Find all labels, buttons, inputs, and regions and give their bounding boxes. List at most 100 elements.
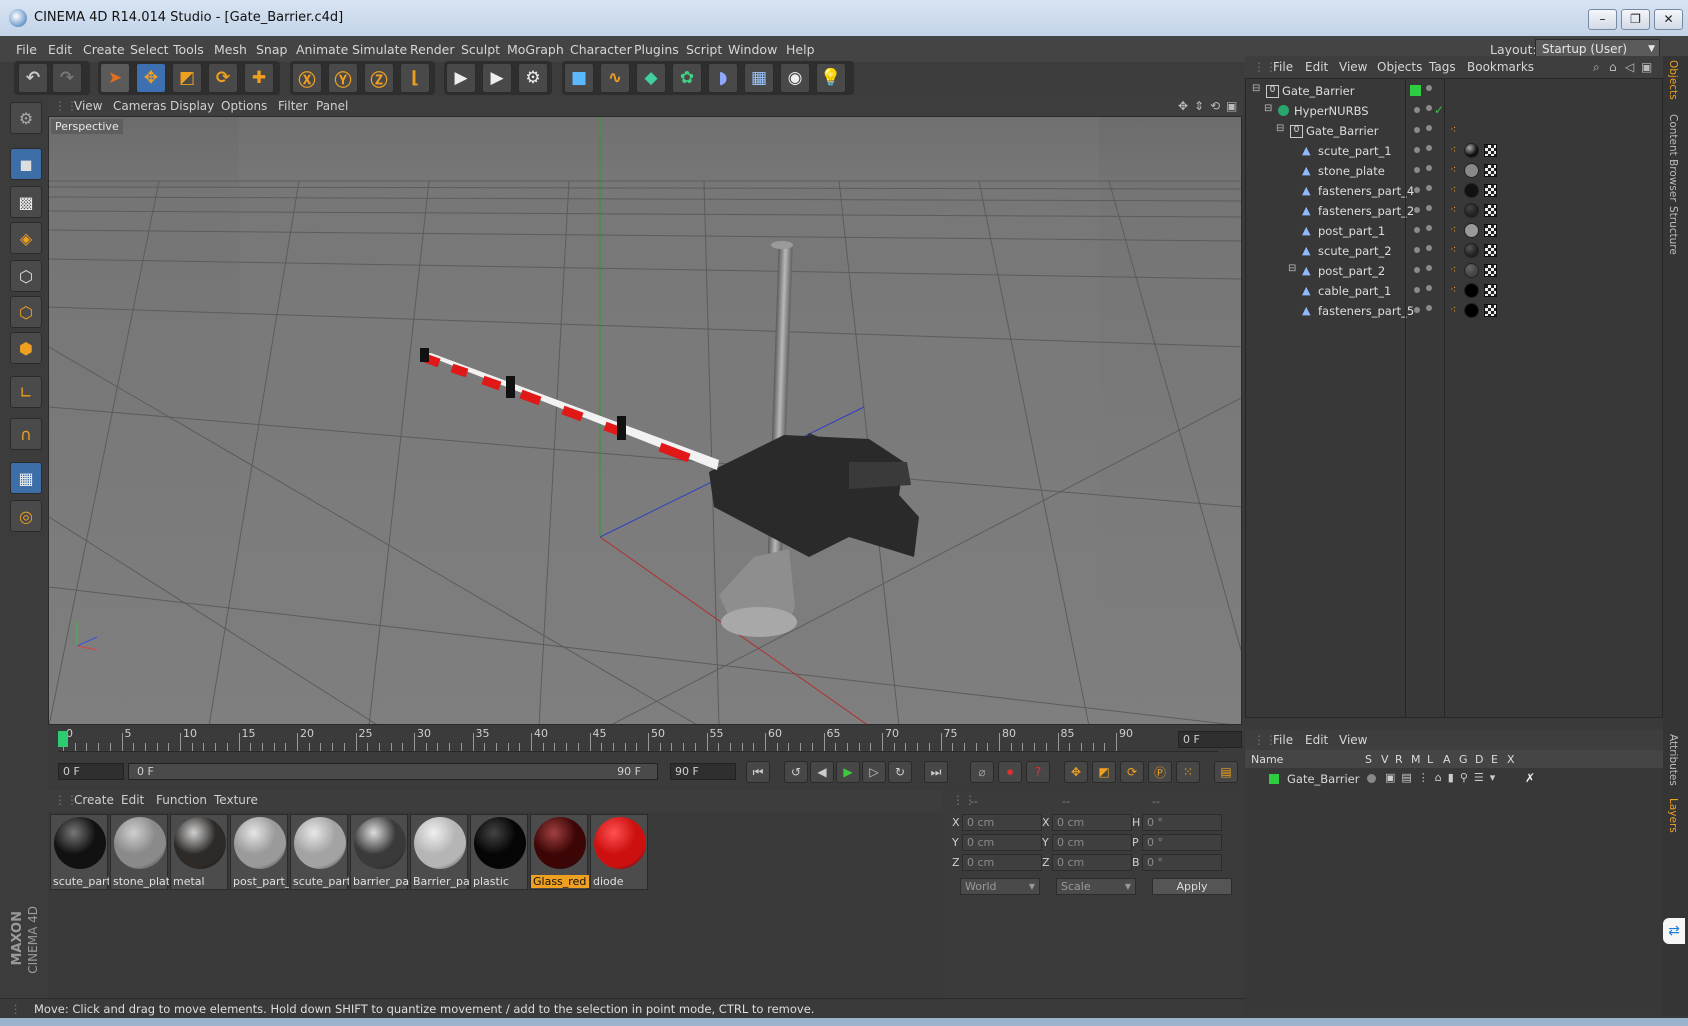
menu-tools[interactable]: Tools [173,42,204,57]
z-axis-lock-icon[interactable]: Ⓩ [364,63,394,93]
editor-visibility-dot[interactable] [1414,187,1420,193]
phong-tag-icon[interactable]: ⁖ [1450,303,1456,316]
move-tool-icon[interactable]: ✥ [136,63,166,93]
object-name[interactable]: cable_part_1 [1318,284,1391,298]
editor-visibility-dot[interactable] [1414,207,1420,213]
uvw-tag-icon[interactable] [1484,144,1497,157]
render-visibility-dot[interactable] [1426,245,1432,251]
frame-range-slider[interactable]: 0 F 90 F [128,763,658,780]
texture-mode-icon[interactable]: ▩ [10,186,42,218]
menu-simulate[interactable]: Simulate [352,42,407,57]
menu-render[interactable]: Render [410,42,455,57]
start-frame-field[interactable]: 0 F [58,763,124,780]
y-axis-lock-icon[interactable]: Ⓨ [328,63,358,93]
uvw-tag-icon[interactable] [1484,244,1497,257]
render-visibility-dot[interactable] [1426,105,1432,111]
phong-tag-icon[interactable]: ⁖ [1450,223,1456,236]
render-visibility-dot[interactable] [1426,265,1432,271]
object-name[interactable]: post_part_2 [1318,264,1385,278]
rotation-field[interactable]: 0 ° [1142,854,1222,871]
layer-column-header[interactable]: D [1475,753,1483,766]
uvw-tag-icon[interactable] [1484,284,1497,297]
layer-menu-edit[interactable]: Edit [1305,733,1328,747]
material-name[interactable]: diode [591,875,649,888]
render-visibility-dot[interactable] [1426,165,1432,171]
material-tag-icon[interactable] [1464,223,1479,238]
menu-script[interactable]: Script [686,42,722,57]
editor-visibility-dot[interactable] [1414,127,1420,133]
phong-tag-icon[interactable]: ⁖ [1450,263,1456,276]
layer-menu-view[interactable]: View [1339,733,1367,747]
cube-object-icon[interactable]: ■ [564,63,594,93]
live-selection-icon[interactable]: ➤ [100,63,130,93]
uvw-tag-icon[interactable] [1484,304,1497,317]
menu-help[interactable]: Help [786,42,815,57]
points-mode-icon[interactable]: ⬡ [10,260,42,292]
material-menu-texture[interactable]: Texture [214,793,258,807]
editor-visibility-dot[interactable] [1414,307,1420,313]
material-swatch[interactable]: stone_plate [110,814,169,890]
light-icon[interactable]: 💡 [816,63,846,93]
rotate-tool-icon[interactable]: ⟳ [208,63,238,93]
go-to-start-icon[interactable]: ⏮ [746,761,770,783]
polygons-mode-icon[interactable]: ⬢ [10,332,42,364]
menu-create[interactable]: Create [83,42,125,57]
object-menu-edit[interactable]: Edit [1305,60,1328,74]
new-window-icon[interactable]: ▣ [1641,60,1652,74]
object-row[interactable]: ⊟ ▲ post_part_2 ⁖ [1246,261,1662,281]
menu-mograph[interactable]: MoGraph [507,42,564,57]
layer-color-swatch[interactable] [1269,774,1279,784]
render-view-icon[interactable]: ▶ [446,63,476,93]
layer-column-header[interactable]: S [1365,753,1372,766]
render-visibility-dot[interactable] [1426,305,1432,311]
viewport-camera-label[interactable]: Perspective [51,119,123,134]
tab-content-browser[interactable]: Content Browser [1667,114,1679,202]
layer-flag-icons[interactable]: ▣▤⋮⌂▮⚲☰▾ [1385,771,1501,784]
expand-toggle-icon[interactable]: ⊟ [1264,103,1272,114]
material-swatch[interactable]: plastic [470,814,528,890]
material-tag-icon[interactable] [1464,243,1479,258]
material-menu-edit[interactable]: Edit [121,793,144,807]
object-row[interactable]: ▲ scute_part_2 ⁖ [1246,241,1662,261]
auto-keying-icon[interactable]: ⏺ [998,761,1022,783]
render-visibility-dot[interactable] [1426,185,1432,191]
render-visibility-dot[interactable] [1426,85,1432,91]
viewport-menu-filter[interactable]: Filter [278,99,308,113]
object-row[interactable]: ▲ fasteners_part_5 ⁖ [1246,301,1662,321]
material-tag-icon[interactable] [1464,283,1479,298]
object-row[interactable]: ⊟ 0 Gate_Barrier [1246,81,1662,101]
material-name[interactable]: barrier_par [351,875,409,888]
material-name[interactable]: scute_part_ [51,875,109,888]
viewport-nav-move-icon[interactable]: ✥ [1178,99,1188,113]
minimize-button[interactable]: – [1588,9,1617,30]
restore-button[interactable]: ❐ [1621,9,1650,30]
tab-structure[interactable]: Structure [1667,206,1679,255]
layer-xref-icon[interactable]: ✗ [1525,771,1535,785]
object-row[interactable]: ▲ post_part_1 ⁖ [1246,221,1662,241]
material-name[interactable]: metal [171,875,229,888]
menu-file[interactable]: File [16,42,37,57]
render-visibility-dot[interactable] [1426,225,1432,231]
phong-tag-icon[interactable]: ⁖ [1450,183,1456,196]
size-field[interactable]: 0 cm [1052,834,1132,851]
layer-column-header[interactable]: R [1395,753,1403,766]
key-pla-icon[interactable]: ⁙ [1176,761,1200,783]
render-visibility-dot[interactable] [1426,205,1432,211]
workplane-mode-icon[interactable]: ◈ [10,222,42,254]
key-rotation-icon[interactable]: ⟳ [1120,761,1144,783]
layer-column-header[interactable]: A [1443,753,1451,766]
transform-tool-icon[interactable]: ✚ [244,63,274,93]
next-key-icon[interactable]: ↻ [888,761,912,783]
menu-select[interactable]: Select [130,42,169,57]
model-mode-icon[interactable]: ◼ [10,148,42,180]
menu-plugins[interactable]: Plugins [634,42,679,57]
timeline-layout-icon[interactable]: ▤ [1214,761,1238,783]
viewport-nav-rotate-icon[interactable]: ⟲ [1210,99,1220,113]
search-icon[interactable]: ⌕ [1593,60,1600,75]
uvw-tag-icon[interactable] [1484,184,1497,197]
make-editable-icon[interactable]: ⚙ [10,102,42,134]
axis-mode-icon[interactable]: ∟ [10,376,42,408]
material-tag-icon[interactable] [1464,263,1479,278]
object-menu-bookmarks[interactable]: Bookmarks [1467,60,1534,74]
layer-column-header[interactable]: G [1459,753,1468,766]
